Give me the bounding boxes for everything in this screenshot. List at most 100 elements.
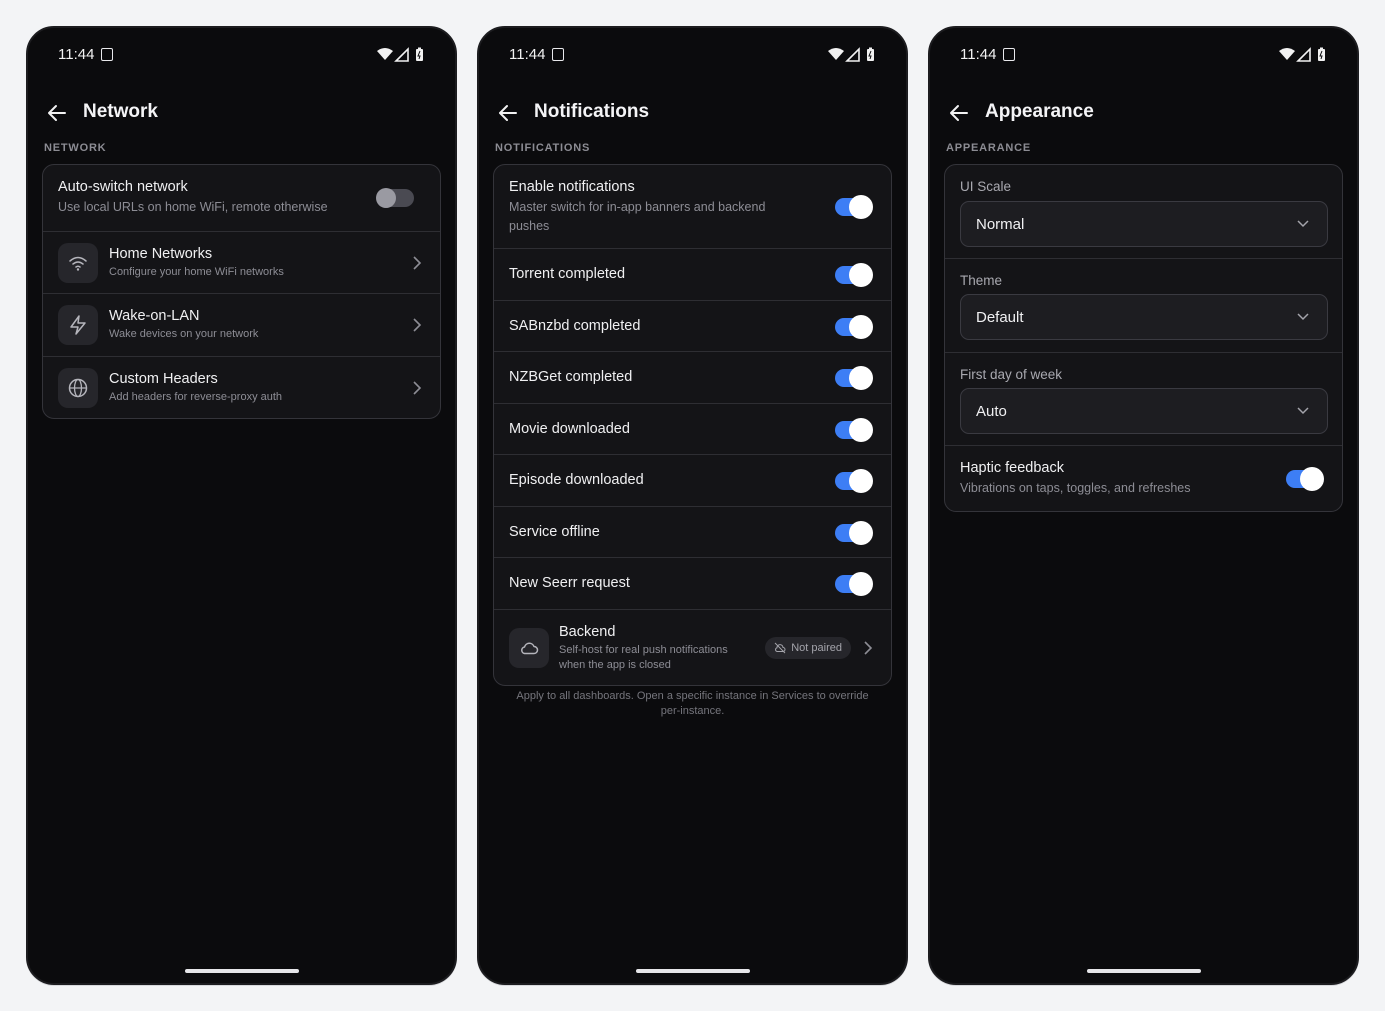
status-bar: 11:44 [930, 44, 1357, 66]
ui-scale-row: UI Scale Normal [945, 165, 1342, 259]
wifi-icon [58, 243, 98, 283]
list-item-subtitle: Wake devices on your network [109, 328, 259, 340]
page-title: Network [83, 101, 158, 122]
toggle-row-sabnzbd[interactable]: SABnzbd completed [494, 301, 891, 352]
wifi-status-icon [1279, 48, 1295, 60]
toggle-row-seerr[interactable]: New Seerr request [494, 558, 891, 610]
chevron-down-icon [1297, 406, 1309, 414]
new-seerr-request-toggle[interactable] [835, 572, 873, 596]
first-day-label: First day of week [960, 366, 1063, 382]
cell-signal-icon [394, 47, 409, 62]
cloud-off-icon [774, 642, 786, 653]
chevron-right-icon [413, 256, 422, 270]
sim-card-icon [101, 48, 113, 61]
phone-notifications-screen: 11:44 Notifications NOTIFICATIONS Enable… [477, 26, 908, 985]
notifications-card: Enable notifications Master switch for i… [493, 164, 892, 686]
battery-icon [1318, 49, 1325, 61]
list-item-wake-on-lan[interactable]: Wake-on-LAN Wake devices on your network [43, 294, 440, 357]
toggle-row-episode[interactable]: Episode downloaded [494, 455, 891, 507]
backend-title: Backend [559, 623, 616, 640]
auto-switch-subtitle: Use local URLs on home WiFi, remote othe… [58, 200, 328, 214]
toggle-row-nzbget[interactable]: NZBGet completed [494, 352, 891, 404]
service-offline-toggle[interactable] [835, 520, 873, 545]
enable-notifications-toggle[interactable] [835, 195, 873, 219]
back-arrow-icon[interactable] [497, 102, 519, 124]
gesture-home-bar[interactable] [1086, 969, 1201, 973]
chevron-down-icon [1297, 313, 1309, 321]
haptic-feedback-toggle[interactable] [1286, 467, 1324, 491]
auto-switch-row[interactable]: Auto-switch network Use local URLs on ho… [43, 165, 440, 232]
haptic-row[interactable]: Haptic feedback Vibrations on taps, togg… [945, 446, 1342, 511]
chevron-right-icon [413, 381, 422, 395]
toggle-label: Service offline [509, 523, 600, 540]
page-title: Notifications [534, 101, 650, 122]
nzbget-completed-toggle[interactable] [835, 366, 873, 390]
first-day-select[interactable]: Auto [960, 387, 1328, 434]
list-item-title: Wake-on-LAN [109, 308, 200, 324]
theme-row: Theme Default [945, 259, 1342, 353]
episode-downloaded-toggle[interactable] [835, 469, 873, 493]
toggle-label: Torrent completed [509, 266, 626, 282]
pairing-status-text: Not paired [791, 641, 842, 654]
toggle-label: NZBGet completed [509, 369, 633, 385]
sim-card-icon [552, 48, 564, 61]
status-icons [377, 47, 423, 62]
ui-scale-label: UI Scale [960, 179, 1012, 194]
status-time: 11:44 [58, 46, 95, 63]
status-bar: 11:44 [479, 44, 906, 66]
chevron-right-icon [864, 640, 873, 655]
chevron-right-icon [413, 318, 422, 332]
enable-notifications-row[interactable]: Enable notifications Master switch for i… [494, 165, 891, 249]
list-item-subtitle: Configure your home WiFi networks [109, 266, 284, 278]
backend-subtitle: Self-host for real push notifications wh… [559, 643, 728, 671]
sabnzbd-completed-toggle[interactable] [835, 314, 873, 339]
list-item-title: Custom Headers [109, 371, 218, 387]
toggle-row-service-offline[interactable]: Service offline [494, 507, 891, 558]
theme-value: Default [976, 309, 1024, 326]
battery-icon [416, 49, 423, 61]
appearance-card: UI Scale Normal Theme Default First day … [944, 164, 1343, 512]
toggle-row-movie[interactable]: Movie downloaded [494, 404, 891, 455]
ui-scale-select[interactable]: Normal [960, 201, 1328, 247]
wifi-status-icon [377, 48, 393, 60]
ui-scale-value: Normal [976, 216, 1025, 233]
movie-downloaded-toggle[interactable] [835, 417, 873, 442]
phone-appearance-screen: 11:44 Appearance APPEARANCE UI Scale Nor… [928, 26, 1359, 985]
toggle-row-torrent[interactable]: Torrent completed [494, 249, 891, 301]
list-item-title: Home Networks [109, 246, 213, 262]
haptic-title: Haptic feedback [960, 460, 1064, 476]
status-bar: 11:44 [28, 44, 455, 66]
app-bar: Notifications [479, 98, 906, 128]
globe-icon [58, 368, 98, 408]
notifications-footnote: Apply to all dashboards. Open a specific… [516, 690, 869, 717]
gesture-home-bar[interactable] [635, 969, 750, 973]
gesture-home-bar[interactable] [184, 969, 299, 973]
auto-switch-title: Auto-switch network [58, 179, 188, 195]
first-day-value: Auto [976, 402, 1007, 420]
list-item-subtitle: Add headers for reverse-proxy auth [109, 391, 283, 403]
wifi-status-icon [828, 48, 844, 60]
first-day-row: First day of week Auto [945, 353, 1342, 446]
cell-signal-icon [845, 47, 860, 62]
network-settings-card: Auto-switch network Use local URLs on ho… [42, 164, 441, 419]
chevron-down-icon [1297, 220, 1309, 228]
toggle-label: Episode downloaded [509, 472, 644, 488]
status-time: 11:44 [509, 46, 546, 63]
theme-label: Theme [960, 273, 1003, 288]
torrent-completed-toggle[interactable] [835, 263, 873, 287]
lightning-icon [58, 305, 98, 345]
toggle-label: SABnzbd completed [509, 317, 641, 334]
auto-switch-toggle[interactable] [376, 188, 414, 208]
back-arrow-icon[interactable] [948, 102, 970, 124]
list-item-home-networks[interactable]: Home Networks Configure your home WiFi n… [43, 232, 440, 294]
cloud-icon [509, 627, 549, 668]
theme-select[interactable]: Default [960, 294, 1328, 340]
back-arrow-icon[interactable] [46, 102, 68, 124]
haptic-subtitle: Vibrations on taps, toggles, and refresh… [960, 481, 1191, 495]
app-bar: Network [28, 98, 455, 128]
section-label: APPEARANCE [946, 142, 1032, 154]
toggle-label: Movie downloaded [509, 420, 630, 437]
phone-network-screen: 11:44 Network NETWORK Auto-switch networ… [26, 26, 457, 985]
list-item-custom-headers[interactable]: Custom Headers Add headers for reverse-p… [43, 357, 440, 418]
backend-row[interactable]: Backend Self-host for real push notifica… [494, 610, 891, 685]
